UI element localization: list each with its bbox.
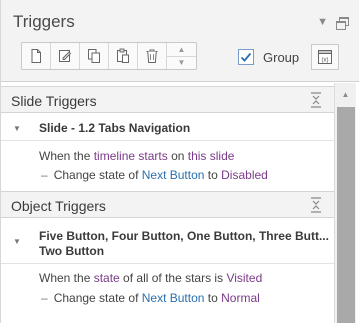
section-label: Object Triggers [11, 198, 106, 214]
section-label: Slide Triggers [11, 93, 97, 109]
chevron-down-icon[interactable]: ▼ [317, 16, 328, 28]
divider [1, 140, 334, 141]
paste-icon [117, 48, 129, 63]
section-object-triggers[interactable]: Object Triggers [1, 191, 334, 218]
move-arrows: ▲ ▼ [167, 43, 196, 69]
action-bullet: – [41, 168, 48, 182]
divider [1, 263, 334, 264]
trigger-list: Slide Triggers ▼ Slide - 1.2 Tabs Naviga… [1, 83, 334, 323]
condition-text: on [167, 149, 188, 163]
group-label[interactable]: Group [263, 50, 299, 65]
condition-text: When the [39, 271, 94, 285]
checkmark-icon [240, 52, 252, 62]
action-target-link[interactable]: Next Button [142, 291, 205, 305]
variables-icon: (x) [318, 50, 332, 64]
trigger-condition[interactable]: When the timeline starts on this slide [39, 149, 234, 163]
edit-trigger-button[interactable] [51, 43, 80, 69]
panel-title: Triggers [13, 12, 75, 31]
trigger-action[interactable]: – Change state of Next Button to Disabled [41, 168, 268, 182]
new-trigger-icon [31, 49, 41, 63]
move-down-button[interactable]: ▼ [167, 57, 196, 70]
condition-text: When the [39, 149, 94, 163]
trigger-toolbar: ▲ ▼ [21, 42, 197, 70]
delete-icon [146, 49, 158, 63]
collapse-all-icon[interactable] [310, 92, 322, 108]
action-text: to [204, 168, 222, 182]
trigger-row[interactable]: ▼ Five Button, Four Button, One Button, … [1, 219, 334, 259]
action-target-link[interactable]: Next Button [142, 168, 205, 182]
trigger-action[interactable]: – Change state of Next Button to Normal [41, 291, 260, 305]
action-value-link[interactable]: Normal [221, 291, 260, 305]
vertical-scrollbar[interactable]: ▲ [334, 83, 356, 323]
condition-object-link[interactable]: Visited [226, 271, 262, 285]
new-trigger-button[interactable] [22, 43, 51, 69]
trigger-title: Five Button, Four Button, One Button, Th… [39, 229, 329, 258]
section-slide-triggers[interactable]: Slide Triggers [1, 86, 334, 113]
delete-button[interactable] [138, 43, 167, 69]
action-text: to [204, 291, 222, 305]
collapse-all-icon[interactable] [310, 197, 322, 213]
condition-event-link[interactable]: timeline starts [94, 149, 168, 163]
svg-text:(x): (x) [322, 58, 329, 64]
header-icons: ▼ [317, 16, 349, 30]
action-bullet: – [41, 291, 48, 305]
trigger-condition[interactable]: When the state of all of the stars is Vi… [39, 271, 262, 285]
scroll-up-arrow-icon[interactable]: ▲ [335, 85, 356, 103]
restore-window-icon[interactable] [336, 16, 349, 30]
edit-trigger-icon [59, 50, 72, 62]
action-text: Change state of [53, 291, 142, 305]
panel-header: Triggers ▼ ▲ ▼ Group (x) [1, 0, 359, 82]
expand-caret-icon[interactable]: ▼ [13, 124, 21, 133]
group-checkbox[interactable] [238, 49, 254, 65]
action-value-link[interactable]: Disabled [221, 168, 268, 182]
condition-event-link[interactable]: state [94, 271, 120, 285]
paste-button[interactable] [109, 43, 138, 69]
triggers-panel: Triggers ▼ ▲ ▼ Group (x) Slide Triggers … [0, 0, 359, 323]
copy-button[interactable] [80, 43, 109, 69]
action-text: Change state of [53, 168, 142, 182]
copy-icon [88, 49, 100, 63]
scroll-thumb[interactable] [337, 107, 355, 323]
variables-button[interactable]: (x) [311, 44, 339, 70]
condition-text: of all of the stars is [119, 271, 227, 285]
trigger-title: Slide - 1.2 Tabs Navigation [39, 121, 191, 135]
move-up-button[interactable]: ▲ [167, 43, 196, 57]
expand-caret-icon[interactable]: ▼ [13, 237, 21, 246]
condition-object-link[interactable]: this slide [188, 149, 235, 163]
